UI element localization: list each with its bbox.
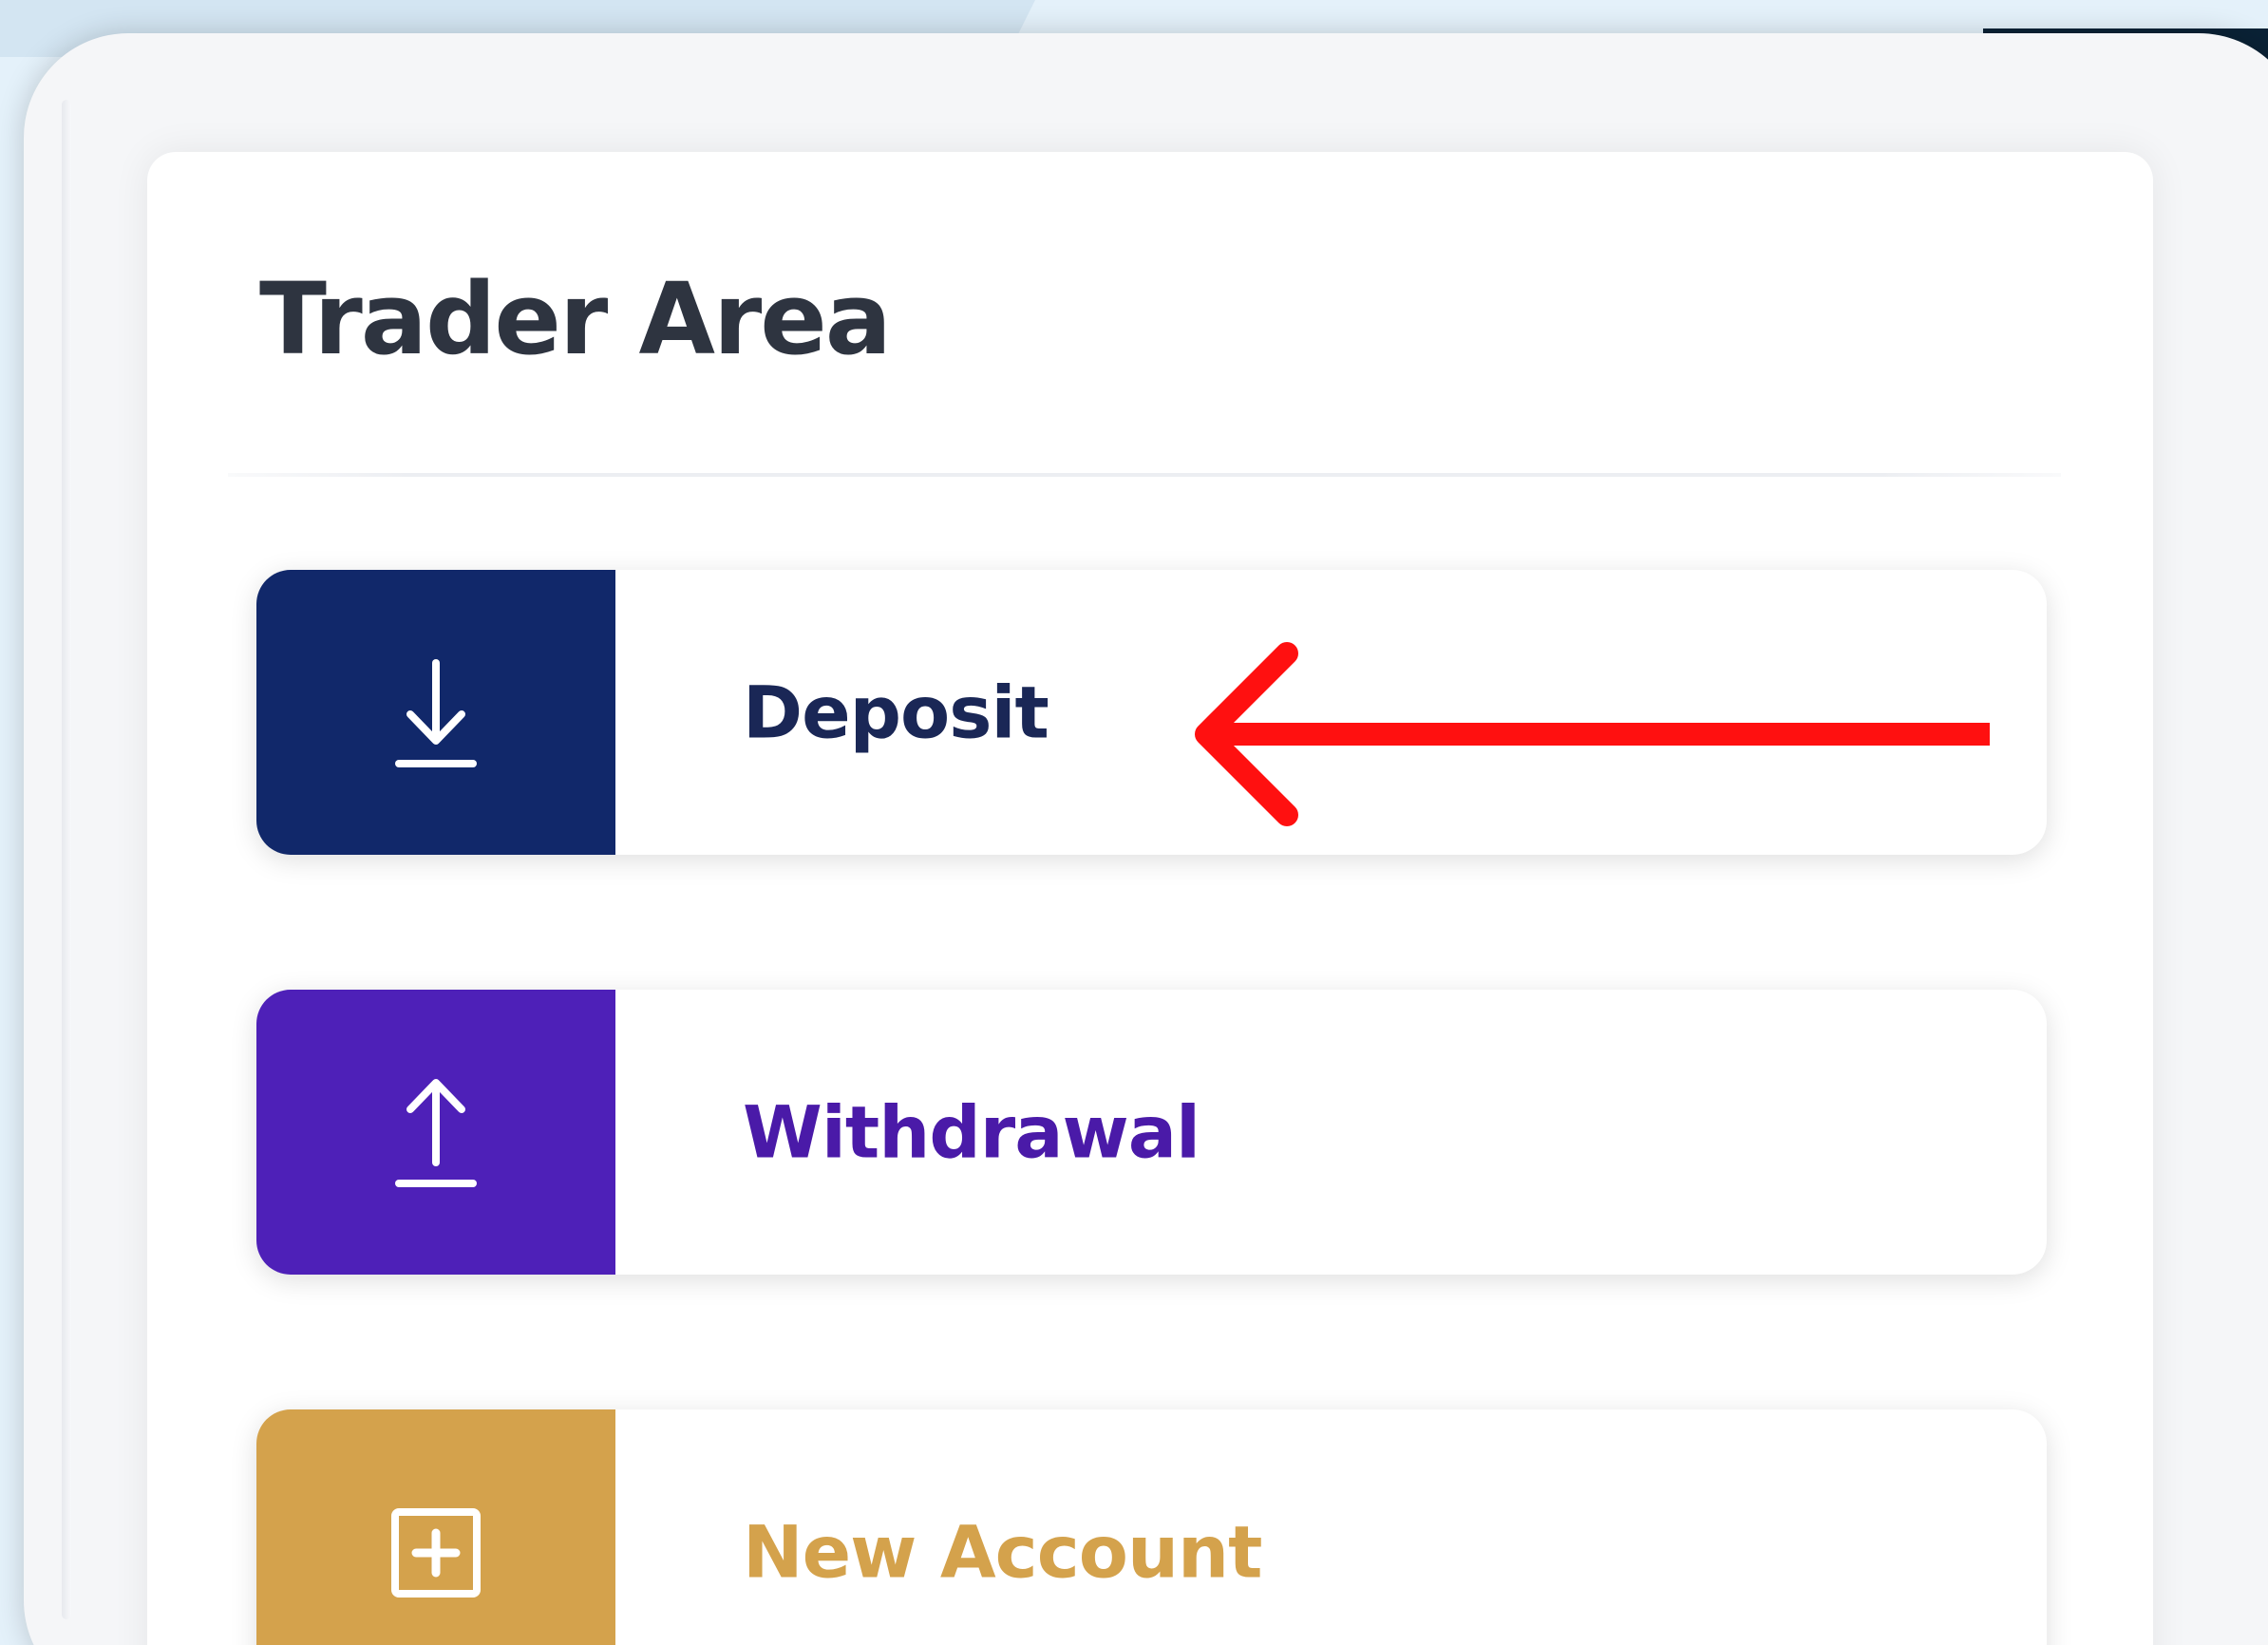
card-divider xyxy=(228,473,2061,477)
deposit-icon-box xyxy=(256,570,615,855)
deposit-label: Deposit xyxy=(743,670,1049,755)
left-arrow-annotation-icon xyxy=(1195,642,1990,826)
new-account-icon-box xyxy=(256,1409,615,1645)
arrow-up-from-line-icon xyxy=(395,1079,477,1187)
card-title: Trader Area xyxy=(259,261,892,377)
withdrawal-icon-box xyxy=(256,990,615,1275)
withdrawal-label: Withdrawal xyxy=(743,1089,1200,1175)
new-account-button[interactable]: New Account xyxy=(256,1409,2047,1645)
arrow-down-to-line-icon xyxy=(395,659,477,767)
plus-square-icon xyxy=(391,1508,481,1598)
trader-area-card: Trader Area Deposit Withdrawal New Accou… xyxy=(147,152,2153,1645)
new-account-label: New Account xyxy=(743,1509,1262,1595)
device-edge xyxy=(62,100,71,1619)
withdrawal-button[interactable]: Withdrawal xyxy=(256,990,2047,1275)
